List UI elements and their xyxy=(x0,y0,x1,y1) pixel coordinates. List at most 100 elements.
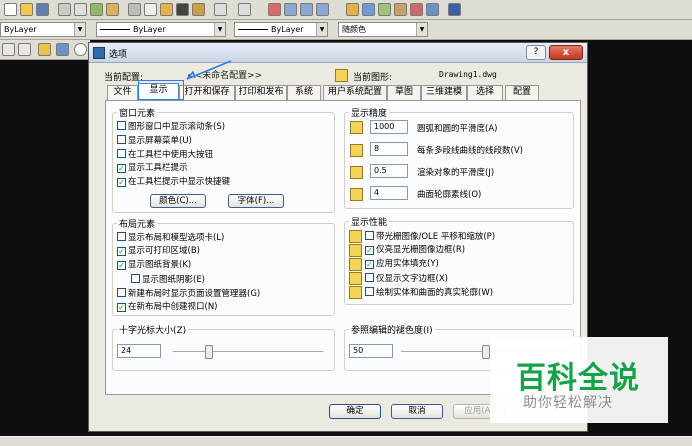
tab-3d-modeling[interactable]: 三维建模 xyxy=(421,85,467,100)
redo-icon[interactable] xyxy=(238,3,251,16)
tab-open-and-save[interactable]: 打开和保存 xyxy=(179,85,235,100)
solid-fill-checkbox[interactable]: ✓ 应用实体填充(Y) xyxy=(365,259,439,271)
tool-palettes-icon[interactable] xyxy=(378,3,391,16)
annotation-arrow xyxy=(186,60,232,80)
sheet-set-icon[interactable] xyxy=(394,3,407,16)
rendered-smoothness-label: 渲染对象的平滑度(J) xyxy=(417,168,495,178)
help-icon[interactable] xyxy=(448,3,461,16)
open-folder-icon[interactable] xyxy=(20,3,33,16)
standard-toolbar xyxy=(0,0,692,20)
design-center-icon[interactable] xyxy=(362,3,375,16)
paper-background-checkbox[interactable]: ✓ 显示图纸背景(K) xyxy=(117,260,191,272)
zoom-realtime-icon[interactable] xyxy=(284,3,297,16)
publish-icon[interactable] xyxy=(90,3,103,16)
checkbox-label: 在新布局中创建视口(N) xyxy=(128,302,218,312)
raster-pan-zoom-checkbox[interactable]: 带光栅图像/OLE 平移和缩放(P) xyxy=(365,231,495,243)
properties-toolbar: ByLayer ▼ ByLayer ▼ ByLayer ▼ 随颜色 ▼ xyxy=(0,20,692,40)
properties-icon[interactable] xyxy=(346,3,359,16)
lineweight-sample xyxy=(238,29,268,30)
linear-dimension-icon[interactable] xyxy=(2,43,15,56)
dialog-titlebar[interactable]: 选项 ? x xyxy=(89,43,587,63)
3d-dwf-icon[interactable] xyxy=(106,3,119,16)
print-preview-icon[interactable] xyxy=(74,3,87,16)
print-icon[interactable] xyxy=(58,3,71,16)
paste-icon[interactable] xyxy=(160,3,173,16)
arc-smoothness-input[interactable]: 1000 xyxy=(370,120,408,134)
tolerance-icon[interactable] xyxy=(56,43,69,56)
reference-fade-slider-thumb[interactable] xyxy=(482,345,490,359)
tooltip-shortcuts-checkbox[interactable]: ✓ 在工具栏提示中显示快捷键 xyxy=(117,177,230,189)
center-mark-icon[interactable] xyxy=(74,43,87,56)
tab-plot-and-publish[interactable]: 打印和发布 xyxy=(235,85,287,100)
ok-button[interactable]: 确定 xyxy=(329,404,381,419)
zoom-previous-icon[interactable] xyxy=(316,3,329,16)
dimension-toolbar xyxy=(0,40,90,60)
pan-icon[interactable] xyxy=(268,3,281,16)
display-tab-highlight xyxy=(138,80,184,100)
reference-fade-input[interactable]: 50 xyxy=(349,344,393,358)
new-file-icon[interactable] xyxy=(4,3,17,16)
save-icon[interactable] xyxy=(36,3,49,16)
checkbox-box xyxy=(117,121,126,130)
color-control-combo[interactable]: ByLayer ▼ xyxy=(0,22,86,37)
cancel-button[interactable]: 取消 xyxy=(391,404,443,419)
dialog-title: 选项 xyxy=(109,50,128,60)
scrollbars-checkbox[interactable]: 图形窗口中显示滚动条(S) xyxy=(117,121,225,133)
colors-button[interactable]: 颜色(C)... xyxy=(150,194,206,208)
help-button[interactable]: ? xyxy=(526,45,546,60)
linetype-control-combo[interactable]: ByLayer ▼ xyxy=(96,22,226,37)
copy-icon[interactable] xyxy=(144,3,157,16)
screen-menu-checkbox[interactable]: 显示屏幕菜单(U) xyxy=(117,135,192,147)
tab-drafting[interactable]: 草图 xyxy=(387,85,421,100)
contour-lines-label: 曲面轮廓素线(O) xyxy=(417,190,482,200)
fonts-button[interactable]: 字体(F)... xyxy=(228,194,284,208)
rendered-smoothness-input[interactable]: 0.5 xyxy=(370,164,408,178)
large-buttons-checkbox[interactable]: 在工具栏中使用大按钮 xyxy=(117,149,213,161)
crosshair-size-group: 十字光标大小(Z) 24 xyxy=(112,323,335,371)
plot-style-combo[interactable]: 随颜色 ▼ xyxy=(338,22,428,37)
performance-icon xyxy=(349,258,362,271)
text-boundary-checkbox[interactable]: 仅显示文字边框(X) xyxy=(365,273,448,285)
checkbox-label: 仅显示文字边框(X) xyxy=(376,274,448,284)
layout-elements-group: 布局元素 显示布局和模型选项卡(L) ✓ 显示可打印区域(B) ✓ 显示图纸背景(K… xyxy=(112,217,335,316)
close-button[interactable]: x xyxy=(549,45,583,60)
quick-leader-icon[interactable] xyxy=(38,43,51,56)
crosshair-slider-thumb[interactable] xyxy=(205,345,213,359)
zoom-window-icon[interactable] xyxy=(300,3,313,16)
match-properties-icon[interactable] xyxy=(176,3,189,16)
resolution-icon xyxy=(350,121,363,134)
performance-icon xyxy=(349,244,362,257)
block-editor-icon[interactable] xyxy=(192,3,205,16)
lineweight-control-combo[interactable]: ByLayer ▼ xyxy=(234,22,328,37)
cut-icon[interactable] xyxy=(128,3,141,16)
lineweight-control-value: ByLayer xyxy=(271,25,304,34)
raster-frame-checkbox[interactable]: ✓ 仅亮显光栅图像边框(R) xyxy=(365,245,465,257)
baseline-dimension-icon[interactable] xyxy=(18,43,31,56)
tooltips-checkbox[interactable]: ✓ 显示工具栏提示 xyxy=(117,163,188,175)
layout-tabs-checkbox[interactable]: 显示布局和模型选项卡(L) xyxy=(117,232,224,244)
tab-selection[interactable]: 选择 xyxy=(467,85,503,100)
contour-lines-input[interactable]: 4 xyxy=(370,186,408,200)
layout-elements-title: 布局元素 xyxy=(117,217,158,230)
paper-shadow-checkbox[interactable]: 显示图纸阴影(E) xyxy=(131,274,205,286)
true-silhouettes-checkbox[interactable]: 绘制实体和曲面的真实轮廓(W) xyxy=(365,287,493,299)
checkbox-label: 新建布局时显示页面设置管理器(G) xyxy=(128,289,261,299)
color-control-value: ByLayer xyxy=(4,25,37,34)
crosshair-size-input[interactable]: 24 xyxy=(117,344,161,358)
printable-area-checkbox[interactable]: ✓ 显示可打印区域(B) xyxy=(117,246,200,258)
tab-profiles[interactable]: 配置 xyxy=(505,85,539,100)
tab-user-preferences[interactable]: 用户系统配置 xyxy=(323,85,387,100)
resolution-icon xyxy=(350,144,363,157)
create-viewport-checkbox[interactable]: ✓ 在新布局中创建视口(N) xyxy=(117,302,218,314)
page-setup-manager-checkbox[interactable]: 新建布局时显示页面设置管理器(G) xyxy=(117,288,260,300)
polyline-segments-input[interactable]: 8 xyxy=(370,142,408,156)
tab-files[interactable]: 文件 xyxy=(107,85,138,100)
markup-icon[interactable] xyxy=(410,3,423,16)
window-elements-title: 窗口元素 xyxy=(117,106,158,119)
checkbox-label: 显示布局和模型选项卡(L) xyxy=(128,233,225,243)
tab-system[interactable]: 系统 xyxy=(287,85,321,100)
crosshair-slider-track[interactable] xyxy=(173,351,323,353)
checkbox-box xyxy=(365,231,374,240)
calculator-icon[interactable] xyxy=(426,3,439,16)
undo-icon[interactable] xyxy=(214,3,227,16)
